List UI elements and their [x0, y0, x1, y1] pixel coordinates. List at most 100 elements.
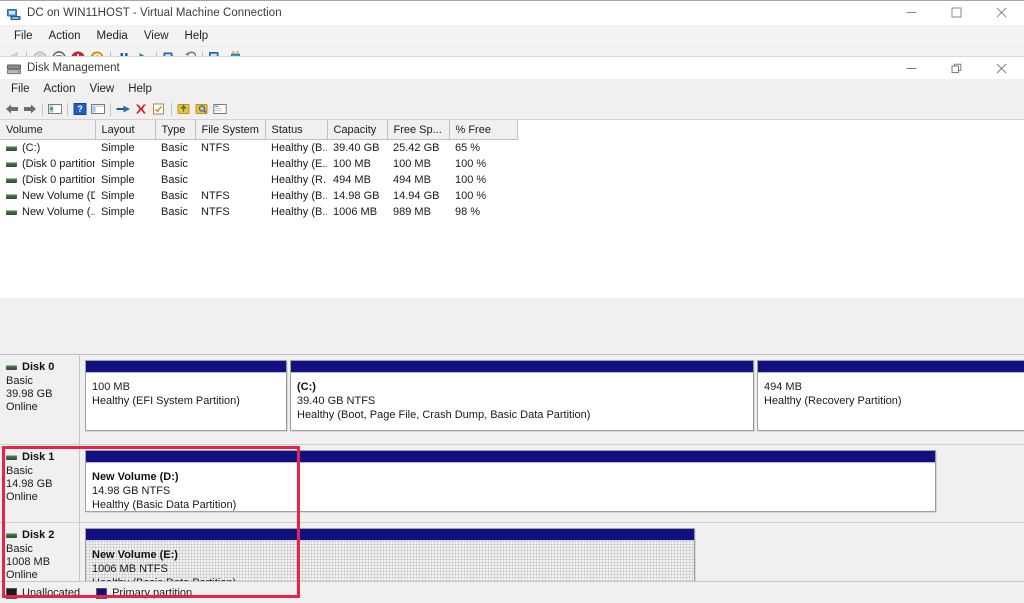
legend-item-primary-partition: Primary partition	[96, 587, 192, 599]
cell-layout: Simple	[95, 188, 155, 204]
volume-label: (C:)	[22, 142, 41, 154]
volume-icon	[6, 145, 17, 151]
dm-restore-button[interactable]	[934, 57, 979, 80]
table-row[interactable]: (C:) Simple Basic NTFS Healthy (B... 39.…	[0, 139, 517, 156]
disk-state: Online	[6, 491, 38, 503]
dm-menu-view[interactable]: View	[83, 81, 122, 97]
virtual-machine-icon	[7, 7, 21, 20]
cell-volume: (C:)	[0, 139, 95, 156]
vm-menu-view[interactable]: View	[136, 28, 177, 44]
extend-volume-icon[interactable]	[175, 101, 193, 118]
cell-capacity: 14.98 GB	[327, 188, 387, 204]
dm-close-button[interactable]	[979, 57, 1024, 80]
cell-capacity: 39.40 GB	[327, 139, 387, 156]
volume-icon	[6, 161, 17, 167]
toolbar-separator	[67, 102, 68, 116]
dm-menu-help[interactable]: Help	[121, 81, 159, 97]
partition-efi[interactable]: 100 MB Healthy (EFI System Partition)	[85, 360, 287, 431]
vm-menu-help[interactable]: Help	[177, 28, 217, 44]
back-icon[interactable]	[3, 101, 21, 118]
dm-menu-file[interactable]: File	[4, 81, 37, 97]
cell-capacity: 1006 MB	[327, 204, 387, 220]
partition-d-drive[interactable]: New Volume (D:) 14.98 GB NTFS Healthy (B…	[85, 450, 936, 512]
cell-status: Healthy (R...	[265, 172, 327, 188]
cell-volume: New Volume (...	[0, 204, 95, 220]
cell-type: Basic	[155, 188, 195, 204]
show-hide-action-pane-icon[interactable]	[89, 101, 107, 118]
cell-percent-free: 100 %	[449, 172, 517, 188]
partition-color-bar	[86, 361, 286, 373]
cell-free-space: 989 MB	[387, 204, 449, 220]
disk-name: Disk 2	[22, 529, 55, 541]
dm-menu-bar: File Action View Help	[0, 79, 1024, 99]
partition-recovery[interactable]: 494 MB Healthy (Recovery Partition)	[757, 360, 1024, 431]
table-row[interactable]: (Disk 0 partition 1) Simple Basic Health…	[0, 156, 517, 172]
cell-percent-free: 100 %	[449, 156, 517, 172]
column-header-volume[interactable]: Volume	[0, 120, 96, 140]
cell-file-system: NTFS	[195, 188, 265, 204]
column-header-status[interactable]: Status	[265, 120, 328, 140]
vm-menu-action[interactable]: Action	[41, 28, 89, 44]
disk-body-1: New Volume (D:) 14.98 GB NTFS Healthy (B…	[80, 445, 1024, 522]
dm-title-text: Disk Management	[27, 62, 120, 74]
vm-close-button[interactable]	[979, 1, 1024, 24]
partition-title: (C:)	[297, 381, 316, 393]
table-row[interactable]: New Volume (... Simple Basic NTFS Health…	[0, 204, 517, 220]
partition-title: New Volume (D:)	[92, 471, 179, 483]
column-header-type[interactable]: Type	[155, 120, 196, 140]
partition-c-drive[interactable]: (C:) 39.40 GB NTFS Healthy (Boot, Page F…	[290, 360, 754, 431]
column-header-capacity[interactable]: Capacity	[327, 120, 388, 140]
partition-color-bar	[758, 361, 1024, 373]
partition-size: 1006 MB NTFS	[92, 563, 168, 575]
vm-maximize-button[interactable]	[934, 1, 979, 24]
table-row[interactable]: New Volume (D:) Simple Basic NTFS Health…	[0, 188, 517, 204]
cell-type: Basic	[155, 204, 195, 220]
column-header-layout[interactable]: Layout	[95, 120, 156, 140]
table-row[interactable]: (Disk 0 partition 4) Simple Basic Health…	[0, 172, 517, 188]
legend-label-unallocated: Unallocated	[22, 587, 81, 599]
volume-icon	[6, 193, 17, 199]
legend-label-primary-partition: Primary partition	[112, 587, 193, 599]
volume-label: New Volume (D:)	[22, 190, 95, 202]
cell-free-space: 494 MB	[387, 172, 449, 188]
format-icon[interactable]	[211, 101, 229, 118]
partition-size: 100 MB	[92, 381, 130, 393]
partition-status: Healthy (Recovery Partition)	[764, 395, 902, 407]
disk-size: 39.98 GB	[6, 388, 53, 400]
disk-row-1[interactable]: Disk 1 Basic 14.98 GB Online New Volume …	[0, 445, 1024, 523]
vm-minimize-button[interactable]	[889, 1, 934, 24]
rescan-disks-icon[interactable]	[150, 101, 168, 118]
cell-status: Healthy (B...	[265, 204, 327, 220]
disk-size: 1008 MB	[6, 556, 51, 568]
properties-icon[interactable]	[114, 101, 132, 118]
forward-icon[interactable]	[21, 101, 39, 118]
disk-size: 14.98 GB	[6, 478, 53, 490]
column-header-percent-free[interactable]: % Free	[449, 120, 518, 140]
vm-window-controls	[889, 1, 1024, 24]
disk-row-0[interactable]: Disk 0 Basic 39.98 GB Online 100 MB Heal…	[0, 355, 1024, 445]
column-header-free-space[interactable]: Free Sp...	[387, 120, 450, 140]
dm-menu-action[interactable]: Action	[37, 81, 83, 97]
disk-type: Basic	[6, 543, 33, 555]
cell-file-system	[195, 172, 265, 188]
vm-title-text: DC on WIN11HOST - Virtual Machine Connec…	[27, 6, 282, 19]
partition-color-bar	[291, 361, 753, 373]
shrink-volume-icon[interactable]	[193, 101, 211, 118]
column-header-file-system[interactable]: File System	[195, 120, 266, 140]
vm-menu-media[interactable]: Media	[89, 28, 136, 44]
disk-header-1[interactable]: Disk 1 Basic 14.98 GB Online	[0, 445, 80, 522]
help-icon[interactable]: ?	[71, 101, 89, 118]
delete-icon[interactable]	[132, 101, 150, 118]
partition-legend: Unallocated Primary partition	[0, 581, 1024, 603]
volume-label: (Disk 0 partition 1)	[22, 158, 95, 170]
cell-volume: (Disk 0 partition 1)	[0, 156, 95, 172]
volume-label: (Disk 0 partition 4)	[22, 174, 95, 186]
disk-icon	[6, 454, 17, 460]
partition-title: New Volume (E:)	[92, 549, 178, 561]
dm-minimize-button[interactable]	[889, 57, 934, 80]
disk-header-0[interactable]: Disk 0 Basic 39.98 GB Online	[0, 355, 80, 444]
show-hide-console-tree-icon[interactable]	[46, 101, 64, 118]
legend-item-unallocated: Unallocated	[6, 587, 80, 599]
vm-menu-file[interactable]: File	[6, 28, 41, 44]
partition-status: Healthy (Boot, Page File, Crash Dump, Ba…	[297, 409, 591, 421]
